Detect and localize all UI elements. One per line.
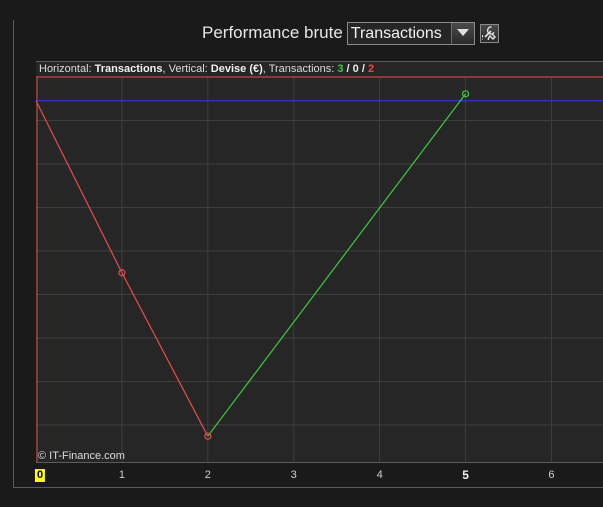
x-tick-label: 3 [290, 469, 297, 481]
vertical-value: Devise (€) [210, 63, 263, 75]
x-tick-label: 0 [34, 469, 46, 482]
x-tick-label: 5 [462, 468, 469, 482]
x-tick-label: 1 [118, 469, 125, 481]
vertical-prefix: , Vertical: [162, 63, 211, 75]
loss-count: 2 [367, 63, 375, 75]
horizontal-prefix: Horizontal: [39, 63, 95, 75]
x-tick-label: 4 [376, 469, 383, 481]
x-tick-label: 6 [548, 469, 555, 481]
equity-segment [35, 100, 123, 274]
separator-1: / [343, 63, 353, 75]
transactions-prefix: , Transactions: [262, 63, 338, 75]
equity-segment [121, 272, 209, 437]
x-tick-label: 2 [204, 469, 211, 481]
equity-segment [207, 93, 467, 437]
performance-chart [35, 76, 603, 462]
copyright-watermark: © IT-Finance.com [38, 450, 125, 462]
separator-2: / [358, 63, 368, 75]
horizontal-value: Transactions [94, 63, 163, 75]
chart-info-line: Horizontal: Transactions, Vertical: Devi… [39, 62, 374, 76]
